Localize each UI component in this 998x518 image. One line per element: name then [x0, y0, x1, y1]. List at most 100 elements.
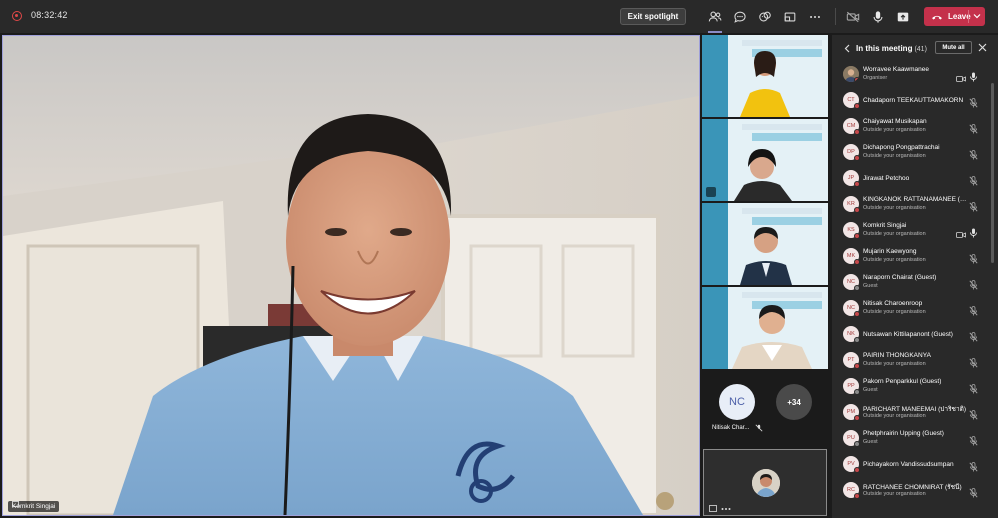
- mic-on-icon[interactable]: [969, 69, 978, 82]
- conference-background: [702, 119, 828, 201]
- panel-title: In this meeting (41): [856, 44, 927, 53]
- mic-off-icon[interactable]: [969, 407, 978, 420]
- mic-off-icon[interactable]: [969, 95, 978, 108]
- participant-name: Chadaporn TEEKAUTTAMAKORN: [863, 97, 964, 104]
- participant-row[interactable]: PV Pichayakorn Vandissudsumpan: [832, 451, 998, 477]
- participant-row[interactable]: PP Pakorn Penparkkul (Guest) Guest: [832, 373, 998, 399]
- video-tile-1[interactable]: [702, 35, 828, 117]
- participant-row[interactable]: KR KINGKANOK RATTANAMANEE (Guest) Outside …: [832, 191, 998, 217]
- close-icon[interactable]: [978, 43, 987, 52]
- mic-off-icon[interactable]: [969, 121, 978, 134]
- participant-row[interactable]: DP Dichapong Pongpattrachai Outside your o…: [832, 139, 998, 165]
- participant-row[interactable]: JP Jirawat Petchoo: [832, 165, 998, 191]
- mic-off-icon[interactable]: [969, 459, 978, 472]
- participant-name: Mujarin Kaewyong: [863, 248, 917, 255]
- participant-avatar: DP: [843, 144, 860, 161]
- self-view-tile[interactable]: [703, 449, 827, 516]
- presence-status-icon: [854, 181, 860, 187]
- participant-row[interactable]: NK Nutsawan Kittilapanont (Guest): [832, 321, 998, 347]
- participant-row[interactable]: NC Nitisak Charoenroop Outside your organi…: [832, 295, 998, 321]
- mic-off-icon[interactable]: [969, 251, 978, 264]
- video-tile-2[interactable]: [702, 119, 828, 201]
- mic-off-icon[interactable]: [969, 485, 978, 498]
- self-view-controls: [709, 505, 731, 512]
- video-tile-4[interactable]: [702, 287, 828, 369]
- more-options-icon[interactable]: [721, 507, 731, 511]
- participant-subtitle: Outside your organisation: [863, 257, 926, 263]
- mic-on-icon[interactable]: [969, 225, 978, 238]
- participant-row[interactable]: KS Komkrit Singjai Outside your organisati…: [832, 217, 998, 243]
- mic-off-icon[interactable]: [969, 355, 978, 368]
- participant-subtitle: Outside your organisation: [863, 491, 926, 497]
- participant-name: Pichayakorn Vandissudsumpan: [863, 461, 954, 468]
- presence-status-icon: [854, 285, 860, 291]
- participant-row[interactable]: CT Chadaporn TEEKAUTTAMAKORN: [832, 87, 998, 113]
- participant-initials: CT: [847, 97, 855, 103]
- mic-off-icon[interactable]: [969, 277, 978, 290]
- participant-avatar: PM: [843, 404, 860, 421]
- participant-row[interactable]: NC Naraporn Chairat (Guest) Guest: [832, 269, 998, 295]
- speaker-name-tag: Komkrit Singjai: [8, 501, 60, 512]
- participant-avatar: [843, 66, 859, 82]
- participant-row[interactable]: MK Mujarin Kaewyong Outside your organisat…: [832, 243, 998, 269]
- mic-off-icon[interactable]: [969, 199, 978, 212]
- mute-all-button[interactable]: Mute all: [935, 41, 972, 54]
- reactions-icon[interactable]: [756, 8, 774, 26]
- participants-icon[interactable]: [706, 8, 724, 33]
- camera-on-icon: [956, 226, 966, 238]
- more-options-icon[interactable]: [806, 8, 824, 26]
- more-participants-button[interactable]: +34: [776, 384, 812, 420]
- breakout-rooms-icon[interactable]: [781, 8, 799, 26]
- participant-initials: CM: [846, 123, 856, 129]
- participant-initials: NK: [847, 331, 855, 337]
- participant-name: KINGKANOK RATTANAMANEE (Guest): [863, 196, 967, 203]
- chevron-left-icon[interactable]: [844, 44, 851, 53]
- mic-off-icon[interactable]: [969, 147, 978, 160]
- leave-button[interactable]: Leave: [924, 7, 985, 26]
- participant-row[interactable]: CM Chaiyawat Musikapan Outside your organi…: [832, 113, 998, 139]
- presence-status-icon: [854, 363, 860, 369]
- participant-row[interactable]: PT PAIRIN THONGKANYA Outside your organisa…: [832, 347, 998, 373]
- mic-off-icon[interactable]: [969, 173, 978, 186]
- participant-row[interactable]: RC RATCHANEE CHOMNIRAT (รัชนี) Outside you…: [832, 477, 998, 503]
- camera-on-icon: [956, 70, 966, 82]
- participant-initials: JP: [847, 175, 855, 181]
- video-tile-3[interactable]: [702, 203, 828, 285]
- microphone-icon[interactable]: [869, 8, 887, 26]
- participant-initials: DP: [847, 149, 855, 155]
- participant-avatar: CT: [843, 92, 860, 109]
- presence-status-icon: [854, 233, 860, 239]
- chat-icon[interactable]: [731, 8, 749, 26]
- participant-row[interactable]: PM PARICHART MANEEMAI (ปาริชาติ) Outside y…: [832, 399, 998, 425]
- participant-avatar: PP: [843, 378, 860, 395]
- participant-initials: MK: [846, 253, 856, 259]
- mic-off-icon[interactable]: [969, 381, 978, 394]
- participant-row[interactable]: Worravee Kaawmanee Organiser: [832, 61, 998, 87]
- camera-off-icon[interactable]: [844, 8, 862, 26]
- participant-avatar: PT: [843, 352, 860, 369]
- participant-avatar-nc[interactable]: NC: [719, 384, 755, 420]
- participant-avatar: NC: [843, 274, 860, 291]
- leave-divider: [968, 10, 969, 23]
- participant-avatar: KS: [843, 222, 860, 239]
- pin-icon[interactable]: [709, 505, 717, 512]
- participant-name: Phetphrairin Upping (Guest): [863, 430, 944, 437]
- conference-background: [702, 35, 828, 117]
- participant-row[interactable]: PU Phetphrairin Upping (Guest) Guest: [832, 425, 998, 451]
- meeting-toolbar: 08:32:42 Exit spotlight Leave: [0, 0, 998, 33]
- presence-status-icon: [854, 337, 860, 343]
- participant-subtitle: Outside your organisation: [863, 309, 926, 315]
- mic-off-icon[interactable]: [969, 329, 978, 342]
- mic-off-icon[interactable]: [969, 303, 978, 316]
- conference-background: [702, 203, 828, 285]
- participant-subtitle: Outside your organisation: [863, 413, 926, 419]
- mic-off-icon[interactable]: [969, 433, 978, 446]
- share-screen-icon[interactable]: [894, 8, 912, 26]
- mic-off-icon: [755, 424, 763, 432]
- presence-status-icon: [854, 493, 860, 499]
- participant-initials: PT: [847, 357, 855, 363]
- chevron-down-icon[interactable]: [972, 11, 982, 21]
- participant-initials: NC: [847, 305, 855, 311]
- presence-status-icon: [854, 207, 860, 213]
- exit-spotlight-button[interactable]: Exit spotlight: [620, 8, 686, 25]
